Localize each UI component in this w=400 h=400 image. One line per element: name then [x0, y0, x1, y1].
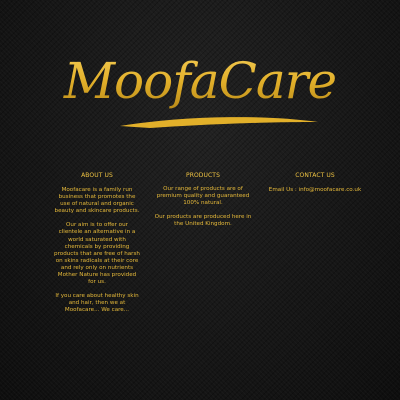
contact-heading: CONTACT US	[295, 172, 335, 179]
products-section: PRODUCTS Our range of products are of pr…	[152, 172, 254, 235]
products-paragraph-1: Our range of products are of premium qua…	[156, 186, 250, 207]
logo-swash	[120, 117, 318, 128]
about-paragraph-3: If you care about healthy skin and hair,…	[55, 293, 139, 314]
logo-text: MoofaCare	[63, 52, 336, 110]
contact-email-link[interactable]: Email Us : info@moofacare.co.uk	[266, 187, 364, 194]
about-section: ABOUT US Moofacare is a family run busin…	[54, 172, 140, 322]
about-paragraph-2: Our aim is to offer our clientele an alt…	[54, 222, 140, 286]
logo[interactable]: MoofaCare	[0, 38, 400, 138]
contact-section: CONTACT US Email Us : info@moofacare.co.…	[266, 172, 364, 201]
products-heading: PRODUCTS	[186, 172, 220, 179]
about-paragraph-1: Moofacare is a family run business that …	[54, 187, 140, 215]
products-paragraph-2: Our products are produced here in the Un…	[154, 214, 252, 228]
about-heading: ABOUT US	[81, 172, 113, 179]
logo-graphic: MoofaCare	[63, 52, 337, 128]
